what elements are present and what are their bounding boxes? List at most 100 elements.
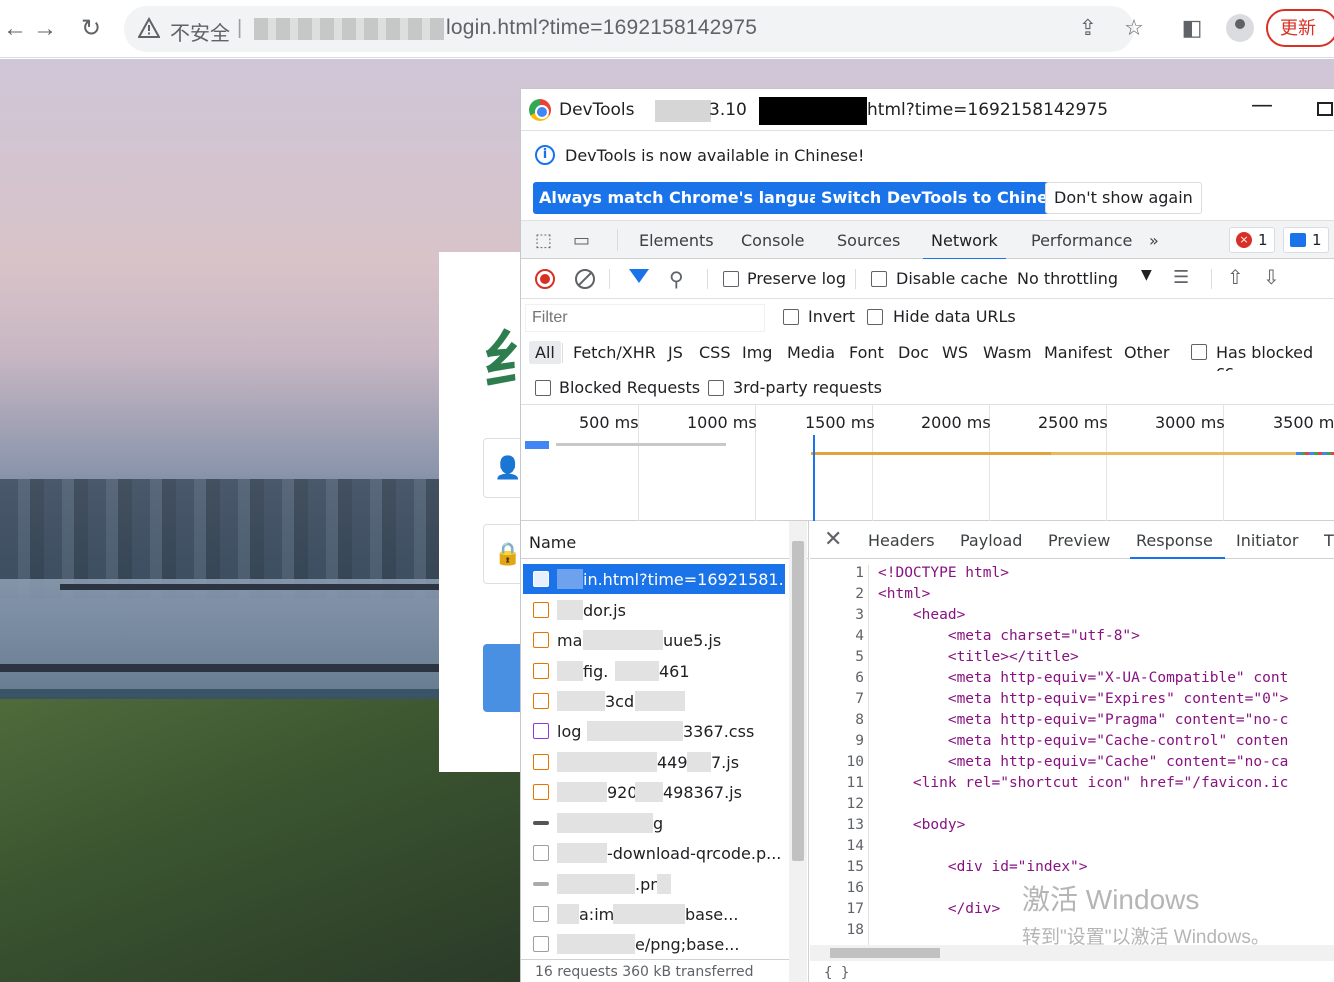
blocked-requests-label: Blocked Requests: [559, 378, 701, 397]
profile-avatar[interactable]: [1226, 14, 1254, 42]
name-column-header[interactable]: Name: [521, 521, 809, 559]
always-match-language-button[interactable]: Always match Chrome's language: [533, 182, 849, 214]
star-icon[interactable]: ☆: [1120, 14, 1148, 42]
switch-to-chinese-button[interactable]: Switch DevTools to Chinese: [815, 182, 1075, 214]
more-tabs-icon[interactable]: »: [1149, 231, 1159, 250]
throttling-select[interactable]: No throttling: [1017, 269, 1118, 288]
side-panel-icon[interactable]: ◧: [1178, 14, 1206, 42]
request-list-scrollbar[interactable]: [789, 521, 807, 982]
request-row[interactable]: g: [523, 808, 785, 838]
record-icon[interactable]: [535, 269, 555, 289]
request-row[interactable]: a:im base...: [523, 899, 785, 929]
tab-initiator[interactable]: Initiator: [1236, 531, 1298, 550]
inspect-element-icon[interactable]: ⬚: [535, 230, 557, 251]
pretty-print-button[interactable]: { }: [824, 965, 849, 981]
request-row[interactable]: 3cd: [523, 686, 785, 716]
request-name: in.html?time=16921581...: [583, 570, 794, 589]
tab-elements[interactable]: Elements: [639, 231, 714, 250]
redaction: [635, 782, 663, 802]
request-name-suffix: 498367.js: [663, 783, 742, 802]
import-har-icon[interactable]: ⇧: [1227, 265, 1244, 289]
request-row[interactable]: log 3367.css: [523, 716, 785, 746]
timeline-tick: 2500 ms: [1038, 413, 1108, 432]
dont-show-again-button[interactable]: Don't show again: [1045, 182, 1202, 214]
third-party-checkbox[interactable]: [708, 380, 724, 396]
request-name-suffix: 7.js: [711, 753, 740, 772]
image-icon: [533, 906, 549, 922]
tab-timing[interactable]: T: [1324, 531, 1334, 550]
request-row[interactable]: fig. 461: [523, 656, 785, 686]
scrollbar-thumb[interactable]: [830, 948, 940, 958]
type-filter-css[interactable]: CSS: [699, 343, 730, 362]
network-overview-timeline[interactable]: 500 ms 1000 ms 1500 ms 2000 ms 2500 ms 3…: [521, 405, 1334, 521]
tab-console[interactable]: Console: [741, 231, 805, 250]
device-toolbar-icon[interactable]: ▭: [573, 230, 595, 251]
tab-response[interactable]: Response: [1130, 531, 1225, 559]
maximize-icon[interactable]: [1317, 102, 1333, 116]
clear-icon[interactable]: [575, 269, 595, 289]
request-row[interactable]: in.html?time=16921581...: [523, 564, 794, 594]
hide-data-urls-label: Hide data URLs: [893, 307, 1016, 326]
update-button[interactable]: 更新: [1266, 9, 1334, 47]
type-filter-other[interactable]: Other: [1124, 343, 1169, 362]
request-name-suffix: base...: [685, 905, 739, 924]
image-icon: [533, 936, 549, 952]
message-icon: [1290, 233, 1306, 247]
request-row[interactable]: e/png;base...: [523, 929, 785, 959]
type-filter-ws[interactable]: WS: [942, 343, 968, 362]
type-filter-wasm[interactable]: Wasm: [983, 343, 1032, 362]
preserve-log-checkbox[interactable]: [723, 271, 739, 287]
filter-icon[interactable]: [629, 269, 649, 283]
tab-payload[interactable]: Payload: [960, 531, 1022, 550]
request-row[interactable]: .pn: [523, 869, 785, 899]
type-filter-all[interactable]: All: [529, 341, 561, 364]
type-filter-font[interactable]: Font: [849, 343, 884, 362]
tab-network[interactable]: Network: [923, 231, 1006, 260]
request-row[interactable]: ma uue5.js: [523, 625, 785, 655]
request-row[interactable]: -download-qrcode.p...: [523, 838, 785, 868]
watermark-title: 激活 Windows: [1022, 884, 1200, 915]
type-filter-fetch-xhr[interactable]: Fetch/XHR: [573, 343, 656, 362]
type-filter-media[interactable]: Media: [787, 343, 835, 362]
timeline-tick: 3000 ms: [1155, 413, 1225, 432]
export-har-icon[interactable]: ⇩: [1263, 265, 1280, 289]
arrow-left-icon[interactable]: ←: [0, 14, 30, 44]
request-row[interactable]: 449 7.js: [523, 747, 785, 777]
info-icon: i: [535, 145, 555, 165]
reload-icon[interactable]: ↻: [76, 14, 106, 44]
address-bar[interactable]: 不安全 | login.html?time=1692158142975: [124, 6, 1134, 52]
tab-performance[interactable]: Performance: [1031, 231, 1132, 250]
request-name: fig.: [583, 662, 609, 681]
type-filter-doc[interactable]: Doc: [898, 343, 929, 362]
type-filter-js[interactable]: JS: [668, 343, 683, 362]
close-icon[interactable]: ✕: [824, 527, 842, 552]
blocked-requests-checkbox[interactable]: [535, 380, 551, 396]
filter-input[interactable]: [525, 304, 765, 332]
request-row[interactable]: dor.js: [523, 595, 785, 625]
errors-badge[interactable]: × 1: [1229, 227, 1275, 253]
type-filter-img[interactable]: Img: [742, 343, 772, 362]
share-icon[interactable]: ⇪: [1074, 14, 1102, 42]
hide-data-urls-checkbox[interactable]: [867, 309, 883, 325]
invert-checkbox[interactable]: [783, 309, 799, 325]
messages-badge[interactable]: 1: [1283, 227, 1329, 253]
request-row[interactable]: 920 498367.js: [523, 777, 785, 807]
redaction: [557, 874, 635, 894]
tab-preview[interactable]: Preview: [1048, 531, 1110, 550]
scrollbar-thumb[interactable]: [792, 541, 804, 861]
line-gutter: [868, 565, 869, 945]
type-filter-manifest[interactable]: Manifest: [1044, 343, 1112, 362]
tab-headers[interactable]: Headers: [868, 531, 935, 550]
has-blocked-cookies-checkbox[interactable]: [1191, 344, 1207, 360]
disable-cache-checkbox[interactable]: [871, 271, 887, 287]
url-text[interactable]: login.html?time=1692158142975: [446, 16, 757, 40]
search-icon[interactable]: ⚲: [669, 267, 684, 291]
tab-sources[interactable]: Sources: [837, 231, 900, 250]
security-status[interactable]: 不安全: [170, 17, 230, 46]
minimize-icon[interactable]: —: [1251, 93, 1273, 118]
chevron-down-icon[interactable]: ▼: [1141, 267, 1152, 283]
watermark-subtitle: 转到"设置"以激活 Windows。: [1022, 927, 1270, 948]
network-conditions-icon[interactable]: ☰: [1173, 267, 1189, 288]
script-icon: [533, 602, 549, 618]
arrow-right-icon[interactable]: →: [30, 14, 60, 44]
